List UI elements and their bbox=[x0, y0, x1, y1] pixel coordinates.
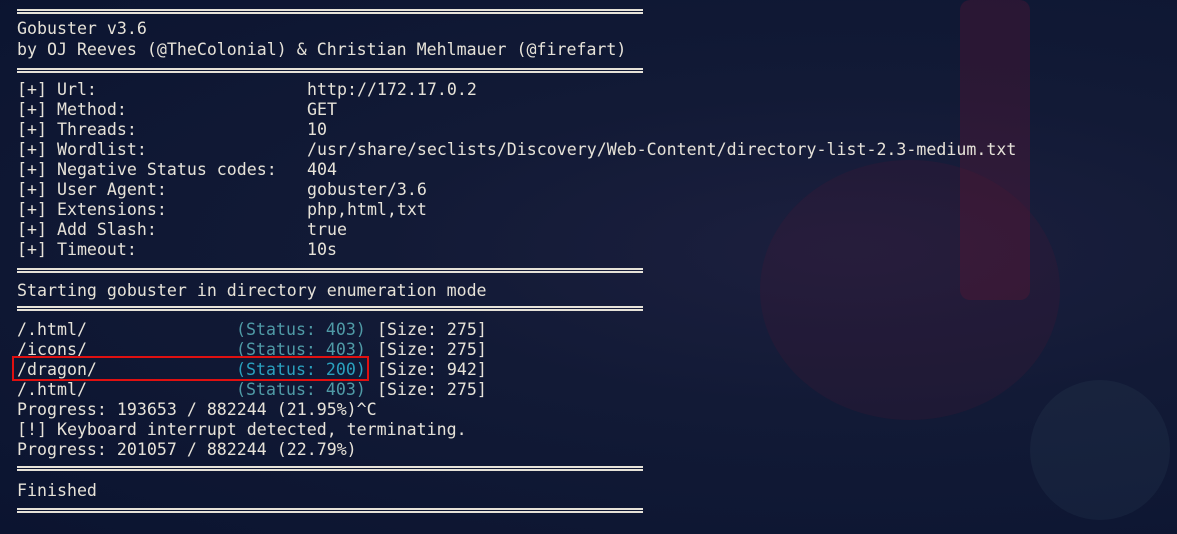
progress-line: Progress: 201057 / 882244 (22.79%) bbox=[17, 440, 357, 459]
result-size: [Size: 275] bbox=[377, 320, 487, 339]
config-value: gobuster/3.6 bbox=[307, 180, 427, 199]
config-value: http://172.17.0.2 bbox=[307, 80, 477, 99]
config-value: 10s bbox=[307, 240, 337, 259]
config-value: /usr/share/seclists/Discovery/Web-Conten… bbox=[307, 140, 1017, 159]
result-status: (Status: 403) bbox=[236, 320, 366, 339]
result-row: /.html/ (Status: 403) [Size: 275] bbox=[17, 380, 487, 400]
config-value: GET bbox=[307, 100, 337, 119]
config-row: [+] Negative Status codes: 404 bbox=[17, 160, 337, 180]
config-label: [+] Url: bbox=[17, 80, 97, 99]
finished-message: Finished bbox=[17, 481, 97, 500]
result-status: (Status: 403) bbox=[236, 380, 366, 399]
progress-line: Progress: 193653 / 882244 (21.95%)^C bbox=[17, 400, 377, 419]
separator bbox=[17, 268, 643, 273]
config-label: [+] Wordlist: bbox=[17, 140, 147, 159]
config-value: true bbox=[307, 220, 347, 239]
config-label: [+] Threads: bbox=[17, 120, 137, 139]
result-path: /.html/ bbox=[17, 320, 87, 339]
terminal-output[interactable]: Gobuster v3.6 by OJ Reeves (@TheColonial… bbox=[0, 0, 1177, 534]
start-message: Starting gobuster in directory enumerati… bbox=[17, 281, 487, 300]
config-row: [+] Add Slash: true bbox=[17, 220, 347, 240]
config-row: [+] Timeout: 10s bbox=[17, 240, 337, 260]
config-label: [+] User Agent: bbox=[17, 180, 167, 199]
result-size: [Size: 942] bbox=[377, 360, 487, 379]
result-size: [Size: 275] bbox=[377, 380, 487, 399]
config-row: [+] Extensions: php,html,txt bbox=[17, 200, 427, 220]
config-label: [+] Method: bbox=[17, 100, 127, 119]
config-label: [+] Negative Status codes: bbox=[17, 160, 277, 179]
separator bbox=[17, 508, 643, 513]
config-label: [+] Add Slash: bbox=[17, 220, 157, 239]
result-size: [Size: 275] bbox=[377, 340, 487, 359]
separator bbox=[17, 306, 643, 311]
result-row: /.html/ (Status: 403) [Size: 275] bbox=[17, 320, 487, 340]
config-label: [+] Timeout: bbox=[17, 240, 137, 259]
config-row: [+] Method: GET bbox=[17, 100, 337, 120]
config-value: 10 bbox=[307, 120, 327, 139]
config-row: [+] Url: http://172.17.0.2 bbox=[17, 80, 477, 100]
highlight-box bbox=[12, 356, 369, 381]
config-row: [+] Wordlist: /usr/share/seclists/Discove… bbox=[17, 140, 1016, 160]
separator bbox=[17, 466, 643, 471]
separator bbox=[17, 9, 643, 14]
config-value: php,html,txt bbox=[307, 200, 427, 219]
interrupt-message: [!] Keyboard interrupt detected, termina… bbox=[17, 420, 467, 439]
config-label: [+] Extensions: bbox=[17, 200, 167, 219]
config-value: 404 bbox=[307, 160, 337, 179]
config-row: [+] Threads: 10 bbox=[17, 120, 327, 140]
separator bbox=[17, 68, 643, 73]
banner-title: Gobuster v3.6 bbox=[17, 19, 147, 38]
banner-authors: by OJ Reeves (@TheColonial) & Christian … bbox=[17, 40, 627, 59]
config-row: [+] User Agent: gobuster/3.6 bbox=[17, 180, 427, 200]
result-path: /.html/ bbox=[17, 380, 87, 399]
